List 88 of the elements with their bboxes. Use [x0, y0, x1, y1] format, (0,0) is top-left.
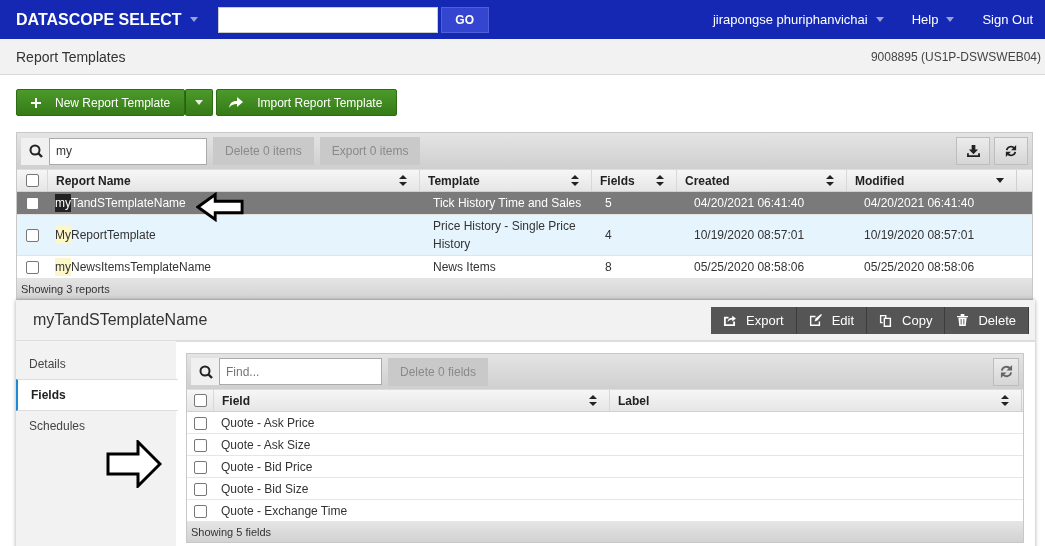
- table-cell-text: 5: [604, 195, 613, 212]
- sort-icon: [589, 395, 597, 406]
- side-tab[interactable]: Schedules: [16, 411, 176, 441]
- column-header[interactable]: Template: [419, 170, 591, 191]
- table-cell-text: Quote - Exchange Time: [220, 503, 349, 520]
- table-row[interactable]: Quote - Ask Price: [187, 412, 1023, 434]
- row-checkbox[interactable]: [25, 196, 39, 210]
- table-cell-text: 8: [604, 259, 613, 276]
- refresh-button[interactable]: [994, 137, 1028, 165]
- help-menu[interactable]: Help: [911, 12, 955, 27]
- row-checkbox[interactable]: [193, 482, 207, 496]
- copy-button[interactable]: Copy: [867, 306, 946, 334]
- dropdown-button[interactable]: [185, 89, 214, 116]
- column-header[interactable]: Label: [609, 390, 1021, 411]
- sort-icon: [1001, 395, 1009, 406]
- report-name-cell-text: myTandSTemplateName: [54, 193, 187, 214]
- search-icon: [29, 144, 43, 158]
- table-cell-text: Price History - Single Price History: [432, 218, 577, 253]
- search-field[interactable]: [217, 6, 438, 33]
- right-arrow-icon: [106, 440, 162, 488]
- column-header[interactable]: Created: [676, 170, 846, 191]
- user-menu[interactable]: jirapongse phuriphanvichai: [713, 12, 884, 27]
- refresh-icon: [1005, 145, 1017, 157]
- table-cell-text: 05/25/2020 08:58:06: [863, 259, 976, 276]
- caret-icon: [195, 100, 204, 105]
- delete-button[interactable]: Delete: [945, 306, 1029, 334]
- table-row[interactable]: Quote - Bid Price: [187, 456, 1023, 478]
- row-checkbox[interactable]: [193, 416, 207, 430]
- table-cell-text: Quote - Bid Price: [220, 459, 314, 476]
- table-cell-text: Quote - Bid Size: [220, 481, 310, 498]
- download-icon: [966, 145, 980, 157]
- row-count: Showing 3 reports: [21, 283, 110, 295]
- table-cell-text: 10/19/2020 08:57:01: [863, 227, 976, 244]
- refresh-icon: [999, 365, 1013, 378]
- table-cell-text: Tick History Time and Sales: [432, 195, 583, 212]
- table-cell-text: News Items: [432, 259, 497, 276]
- report-name-cell-text: MyReportTemplate: [54, 225, 157, 246]
- table-row[interactable]: myNewsItemsTemplateName News Items 8 05/25/2020 08:58:06 05/25/2020 08:58:06: [17, 256, 1032, 279]
- caret-icon: [875, 17, 884, 22]
- table-cell-text: 05/25/2020 08:58:06: [693, 259, 806, 276]
- sign-out-link[interactable]: Sign Out: [982, 12, 1033, 27]
- row-checkbox[interactable]: [193, 438, 207, 452]
- table-row[interactable]: MyReportTemplate Price History - Single Price History 4 10/19/2020 08:57:01 10/19/2020 08:57:01: [17, 215, 1032, 256]
- table-row[interactable]: Quote - Bid Size: [187, 478, 1023, 500]
- caret-icon: [946, 17, 955, 22]
- edit-button[interactable]: Edit: [796, 306, 868, 334]
- page-title: Report Templates: [16, 48, 126, 65]
- plus-icon: [31, 97, 41, 108]
- export-icon: [723, 314, 737, 326]
- table-row[interactable]: myTandSTemplateName Tick History Time and Sales 5 04/20/2021 06:41:40 04/20/2021 06:41:40: [17, 192, 1032, 215]
- column-header[interactable]: Field: [213, 390, 609, 411]
- row-checkbox[interactable]: [25, 260, 39, 274]
- table-cell-text: 10/19/2020 08:57:01: [693, 227, 806, 244]
- row-checkbox[interactable]: [25, 228, 39, 242]
- edit-icon: [808, 314, 822, 326]
- side-tab[interactable]: Fields: [16, 379, 178, 411]
- new-report-template-button[interactable]: New Report Template: [16, 89, 186, 116]
- select-all-checkbox[interactable]: [193, 394, 207, 407]
- table-cell-text: Quote - Ask Price: [220, 415, 316, 432]
- side-tab[interactable]: Details: [16, 349, 176, 379]
- trash-icon: [957, 314, 969, 326]
- left-arrow-icon: [196, 192, 244, 222]
- table-cell-text: 04/20/2021 06:41:40: [863, 195, 976, 212]
- row-count: Showing 5 fields: [191, 526, 272, 538]
- table-cell-text: 04/20/2021 06:41:40: [693, 195, 806, 212]
- column-header[interactable]: Report Name: [47, 170, 419, 191]
- template-title: myTandSTemplateName: [33, 311, 208, 329]
- import-report-template-button[interactable]: Import Report Template: [216, 89, 398, 116]
- table-cell-text: Quote - Ask Size: [220, 437, 312, 454]
- download-button[interactable]: [956, 137, 990, 165]
- share-arrow-icon: [229, 97, 244, 108]
- copy-icon: [879, 313, 893, 327]
- column-header[interactable]: Fields: [591, 170, 676, 191]
- export-button[interactable]: Export: [711, 306, 797, 334]
- row-checkbox[interactable]: [193, 460, 207, 474]
- row-checkbox[interactable]: [193, 504, 207, 518]
- find-field[interactable]: Find...: [191, 358, 382, 385]
- search-field[interactable]: my: [21, 137, 207, 165]
- report-name-cell-text: myNewsItemsTemplateName: [54, 257, 213, 278]
- select-all-checkbox[interactable]: [25, 174, 39, 187]
- table-row[interactable]: Quote - Ask Size: [187, 434, 1023, 456]
- go-button[interactable]: GO: [440, 6, 489, 33]
- search-icon: [199, 364, 213, 379]
- column-header[interactable]: Modified: [846, 170, 1016, 191]
- server-info: 9008895 (US1P-DSWSWEB04): [870, 49, 1041, 64]
- brand-menu[interactable]: DATASCOPE SELECT: [16, 10, 198, 29]
- table-cell-text: 4: [604, 227, 613, 244]
- caret-icon: [189, 17, 198, 22]
